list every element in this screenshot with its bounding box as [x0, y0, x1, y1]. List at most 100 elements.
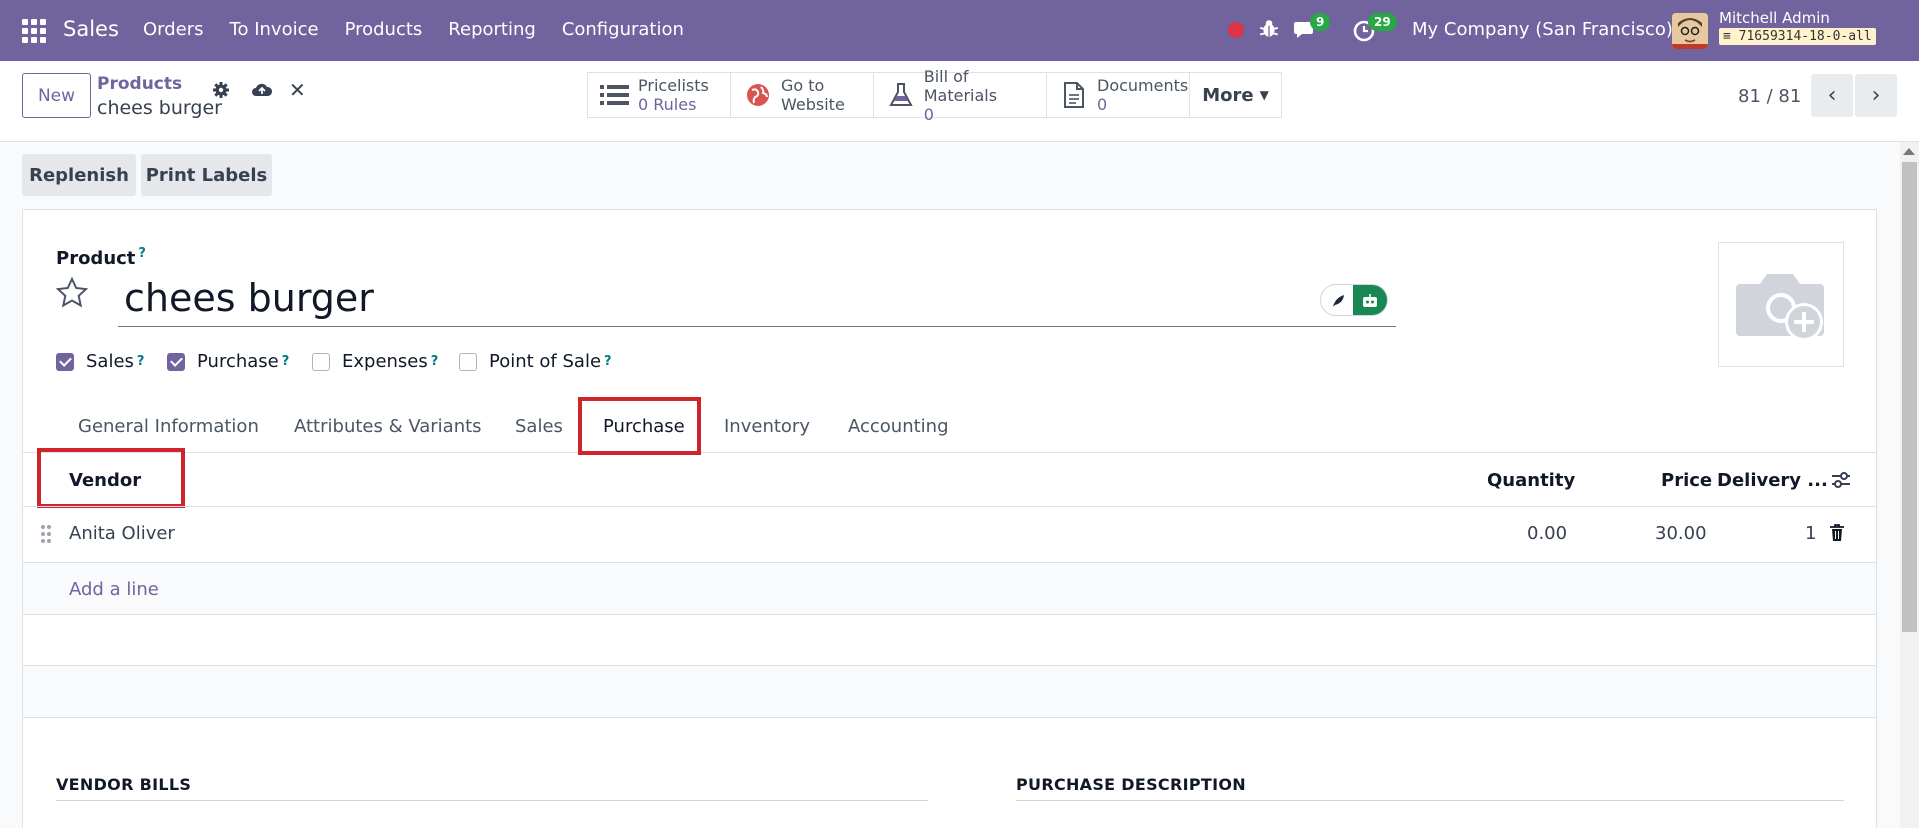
column-header-delivery[interactable]: Delivery ...: [1717, 470, 1828, 491]
chevron-right-icon: ›: [1871, 83, 1881, 108]
company-switcher[interactable]: My Company (San Francisco): [1412, 19, 1673, 40]
more-label: More: [1202, 84, 1254, 106]
messages-badge: 9: [1310, 13, 1331, 31]
chevron-left-icon: ‹: [1827, 83, 1837, 108]
activity-badge: 29: [1368, 13, 1397, 31]
replenish-button[interactable]: Replenish: [22, 154, 136, 196]
gear-icon[interactable]: [212, 81, 230, 99]
smart-button-documents[interactable]: Documents 0: [1046, 72, 1190, 118]
column-header-price[interactable]: Price: [1661, 470, 1712, 491]
caret-down-icon: ▼: [1259, 88, 1269, 102]
print-labels-button[interactable]: Print Labels: [141, 154, 272, 196]
vendor-cell[interactable]: Anita Oliver: [69, 523, 175, 544]
checkbox-purchase[interactable]: Purchase?: [167, 351, 289, 372]
smart-documents-value: 0: [1097, 95, 1108, 114]
database-name: 71659314-18-0-all: [1738, 29, 1872, 44]
database-tag: ≡ 71659314-18-0-all: [1719, 28, 1876, 45]
add-line-row: [23, 563, 1876, 614]
user-name[interactable]: Mitchell Admin: [1719, 9, 1830, 27]
help-tooltip-icon[interactable]: ?: [604, 354, 612, 369]
quantity-cell[interactable]: 0.00: [1527, 523, 1567, 544]
drag-handle-icon[interactable]: [40, 524, 52, 544]
flask-icon: [884, 82, 918, 108]
trash-icon[interactable]: [1829, 524, 1845, 542]
product-label-text: Product: [56, 248, 136, 269]
list-icon: [598, 84, 632, 106]
price-cell[interactable]: 30.00: [1655, 523, 1707, 544]
checkbox-expenses[interactable]: Expenses?: [312, 351, 438, 372]
save-cloud-icon[interactable]: [251, 80, 273, 100]
tab-sales[interactable]: Sales: [515, 416, 563, 437]
tab-attributes-variants[interactable]: Attributes & Variants: [294, 416, 482, 437]
checkbox-expenses-label: Expenses: [342, 351, 428, 372]
camera-plus-icon: [1736, 273, 1824, 341]
checkbox-pos-box[interactable]: [459, 352, 477, 371]
recording-indicator-icon[interactable]: [1228, 22, 1244, 38]
menu-configuration[interactable]: Configuration: [562, 19, 684, 40]
apps-menu-icon[interactable]: [22, 19, 46, 43]
row-divider: [22, 717, 1877, 718]
add-line-link[interactable]: Add a line: [69, 579, 159, 600]
checkbox-sales[interactable]: Sales?: [56, 351, 144, 372]
favorite-star-icon[interactable]: [55, 276, 89, 310]
menu-reporting[interactable]: Reporting: [448, 19, 536, 40]
control-panel: New Products chees burger ✕ Pricelists 0 …: [0, 61, 1919, 142]
help-tooltip-icon[interactable]: ?: [431, 354, 439, 369]
new-button[interactable]: New: [22, 73, 91, 118]
user-avatar[interactable]: [1672, 13, 1708, 49]
scroll-up-arrow-icon[interactable]: [1903, 148, 1915, 155]
pager-value[interactable]: 81 / 81: [1738, 86, 1801, 107]
smart-button-website[interactable]: Go to Website: [730, 72, 874, 118]
highlight-purchase-tab: [578, 397, 701, 455]
vendor-bills-title: VENDOR BILLS: [56, 775, 192, 794]
help-tooltip-icon[interactable]: ?: [282, 354, 290, 369]
more-dropdown-button[interactable]: More ▼: [1189, 72, 1282, 118]
robot-icon: [1353, 285, 1387, 315]
smart-pricelists-label: Pricelists: [638, 76, 709, 95]
ai-translate-toggle[interactable]: [1320, 284, 1388, 316]
app-brand[interactable]: Sales: [63, 17, 119, 41]
pager-previous-button[interactable]: ‹: [1811, 74, 1853, 117]
checkbox-sales-label: Sales: [86, 351, 134, 372]
delivery-cell[interactable]: 1: [1805, 523, 1816, 544]
globe-icon: [741, 82, 775, 108]
breadcrumb-products[interactable]: Products: [97, 74, 182, 94]
help-tooltip-icon[interactable]: ?: [137, 354, 145, 369]
menu-orders[interactable]: Orders: [143, 19, 204, 40]
main-menu: Orders To Invoice Products Reporting Con…: [143, 19, 710, 40]
pager-next-button[interactable]: ›: [1855, 74, 1897, 117]
tab-accounting[interactable]: Accounting: [848, 416, 949, 437]
purchase-description-divider: [1016, 800, 1844, 801]
document-icon: [1057, 81, 1091, 109]
feather-icon: [1321, 285, 1355, 315]
product-image-upload[interactable]: [1718, 242, 1844, 367]
checkbox-purchase-box[interactable]: [167, 352, 185, 371]
product-label: Product?: [56, 246, 146, 269]
help-tooltip-icon[interactable]: ?: [138, 246, 146, 261]
highlight-vendor-column: [37, 448, 185, 508]
tab-general-information[interactable]: General Information: [78, 416, 259, 437]
smart-pricelists-value: 0 Rules: [638, 95, 697, 114]
checkbox-purchase-label: Purchase: [197, 351, 279, 372]
tab-inventory[interactable]: Inventory: [724, 416, 810, 437]
column-settings-icon[interactable]: [1830, 470, 1852, 490]
product-name-value[interactable]: chees burger: [124, 276, 374, 320]
table-header-divider: [22, 506, 1877, 507]
checkbox-point-of-sale[interactable]: Point of Sale?: [459, 351, 612, 372]
smart-button-pricelists[interactable]: Pricelists 0 Rules: [587, 72, 731, 118]
discard-close-icon[interactable]: ✕: [289, 80, 307, 100]
smart-bom-value: 0: [923, 104, 934, 124]
scrollbar-thumb[interactable]: [1902, 162, 1917, 632]
debug-bug-icon[interactable]: [1258, 18, 1280, 40]
menu-products[interactable]: Products: [345, 19, 423, 40]
checkbox-sales-box[interactable]: [56, 352, 74, 371]
column-header-quantity[interactable]: Quantity: [1487, 470, 1575, 491]
breadcrumb-current-record: chees burger: [97, 97, 222, 119]
checkbox-expenses-box[interactable]: [312, 352, 330, 371]
smart-website-line1: Go to: [781, 76, 825, 95]
checkbox-pos-label: Point of Sale: [489, 351, 602, 372]
row-divider: [22, 614, 1877, 615]
vendor-bills-divider: [56, 800, 928, 801]
smart-button-bom[interactable]: Bill of Materials 0: [873, 67, 1047, 124]
menu-to-invoice[interactable]: To Invoice: [230, 19, 319, 40]
